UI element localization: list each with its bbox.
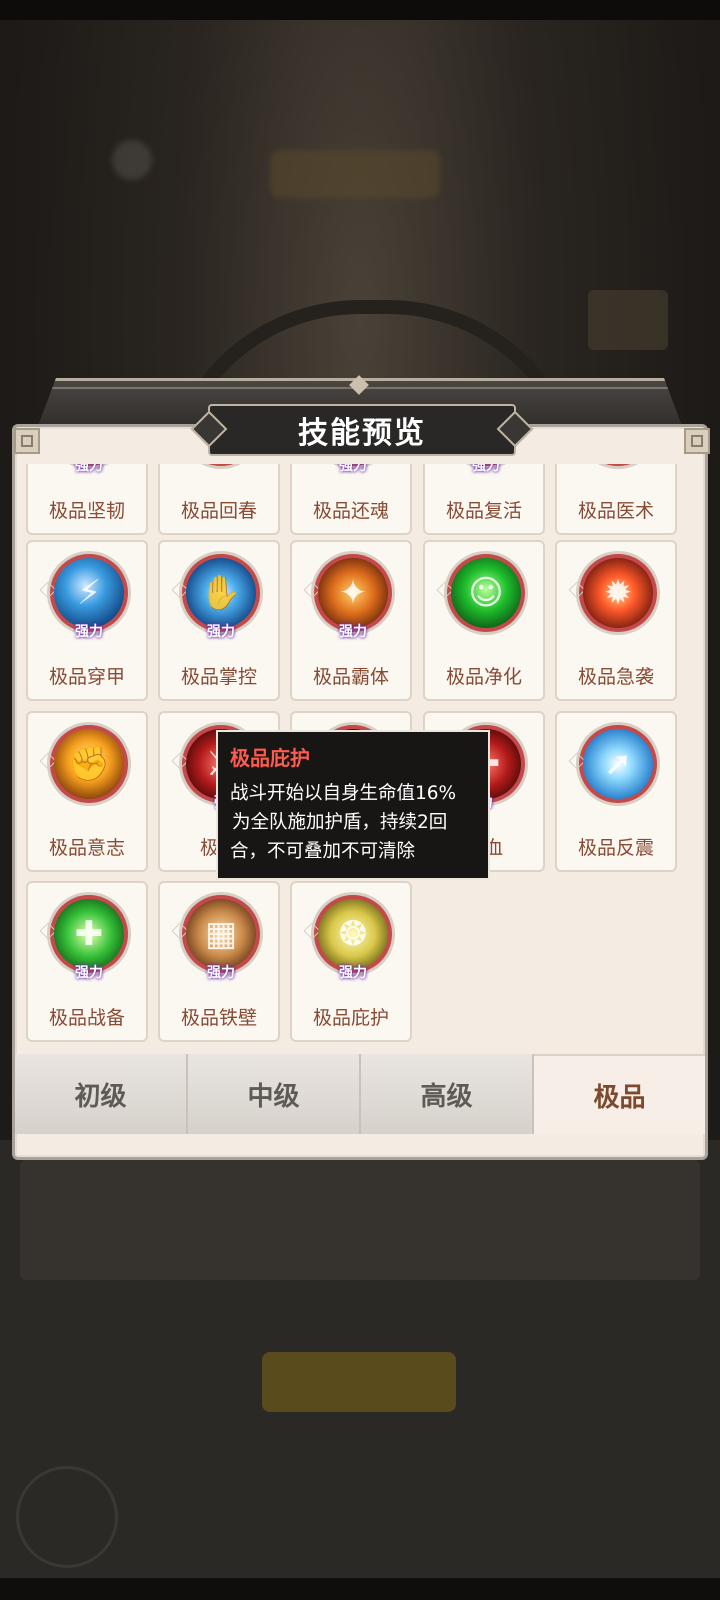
skill-name: 极品坚韧 (48, 500, 125, 522)
skill-glyph-icon: ❂ (338, 914, 368, 954)
shield-aura-icon: ❂ (318, 899, 388, 969)
skill-glyph-icon: ✹ (603, 573, 633, 613)
skill-icon-frame: ✚ 强力 (50, 895, 128, 981)
burning-figure-icon: ✹ (583, 558, 653, 628)
skill-glyph-icon: ✋ (199, 573, 243, 613)
skill-icon-frame: ❂ 强力 (314, 895, 392, 981)
skill-card[interactable]: ➚ 极品反震 (555, 711, 677, 872)
skill-name: 极品战备 (48, 1007, 125, 1029)
tooltip-line: 战斗开始以自身生命值16% (230, 783, 457, 804)
skill-name: 极品还魂 (312, 500, 389, 522)
tooltip-title: 极品庇护 (230, 746, 310, 770)
skill-card[interactable]: ✦强力极品复活 (423, 464, 545, 535)
skill-icon-frame: ⚡ 强力 (50, 554, 128, 640)
skill-name: 极品复活 (445, 500, 522, 522)
tooltip-line: 为全队施加护盾，持续2回 (232, 812, 448, 833)
background-title (270, 150, 440, 198)
power-badge: 强力 (207, 624, 235, 640)
tab-supreme[interactable]: 极品 (534, 1054, 705, 1134)
skill-name: 极品霸体 (312, 666, 389, 688)
skill-card[interactable]: ✚ 强力极品战备 (26, 881, 148, 1042)
skill-name: 极品掌控 (180, 666, 257, 688)
rebound-arrow-icon: ➚ (583, 729, 653, 799)
skill-glyph-icon: ✦ (338, 573, 368, 613)
power-badge: 强力 (472, 464, 500, 474)
skill-name: 极品医术 (577, 500, 654, 522)
skill-glyph-icon: ✊ (67, 744, 111, 784)
skill-card[interactable]: ✦强力极品还魂 (290, 464, 412, 535)
skill-glyph-icon: ⚡ (77, 573, 101, 613)
skill-name: 极品庇护 (312, 1007, 389, 1029)
dialog-title: 技能预览 (298, 416, 426, 451)
skill-card[interactable]: ▦ 强力极品铁壁 (158, 881, 280, 1042)
grasping-hand-icon: ✋ (186, 558, 256, 628)
skill-glyph-icon: ▦ (204, 914, 238, 954)
skill-glyph-icon: ☺ (468, 573, 504, 613)
skill-card[interactable]: ✦ 极品医术 (555, 464, 677, 535)
skill-icon-frame: ✋ 强力 (182, 554, 260, 640)
power-badge: 强力 (339, 965, 367, 981)
skill-icon-frame: ✹ (579, 554, 657, 632)
skill-icon-frame: ✦强力 (50, 464, 128, 474)
iron-wall-icon: ▦ (186, 899, 256, 969)
skill-card[interactable]: ⚡ 强力极品穿甲 (26, 540, 148, 701)
skill-card[interactable]: ✦ 强力极品霸体 (290, 540, 412, 701)
status-bar (0, 0, 720, 20)
skill-name: 极品回春 (180, 500, 257, 522)
skill-card[interactable]: ❂ 强力极品庇护 (290, 881, 412, 1042)
dialog-title-plate: 技能预览 (208, 404, 516, 456)
skill-name: 极品意志 (48, 837, 125, 859)
skill-glyph-icon: ✚ (74, 914, 104, 954)
skill-card[interactable]: ✋ 强力极品掌控 (158, 540, 280, 701)
power-badge: 强力 (75, 965, 103, 981)
skill-icon-frame: ✦ 强力 (314, 554, 392, 640)
power-badge: 强力 (339, 464, 367, 474)
skill-card[interactable]: ☺ 极品净化 (423, 540, 545, 701)
fist-icon: ✊ (54, 729, 124, 799)
tooltip-line: 合，不可叠加不可清除 (230, 841, 416, 862)
nav-bar (0, 1578, 720, 1600)
power-badge: 强力 (75, 624, 103, 640)
skill-card[interactable]: ✦强力极品坚韧 (26, 464, 148, 535)
power-badge: 强力 (339, 624, 367, 640)
skill-icon-frame: ▦ 强力 (182, 895, 260, 981)
background-card (20, 1160, 700, 1280)
skill-card[interactable]: ✦ 极品回春 (158, 464, 280, 535)
skill-name: 极品铁壁 (180, 1007, 257, 1029)
tab-basic[interactable]: 初级 (15, 1054, 188, 1134)
corner-ornament-left (14, 428, 40, 454)
skill-name: 极品穿甲 (48, 666, 125, 688)
background-menu-icon (16, 1466, 118, 1568)
skill-name: 极品反震 (577, 837, 654, 859)
corner-ornament-right (684, 428, 710, 454)
tier-tabs: 初级 中级 高级 极品 (15, 1054, 705, 1134)
skill-card[interactable]: ✊ 极品意志 (26, 711, 148, 872)
warrior-lightning-icon: ⚡ (54, 558, 124, 628)
skill-icon-frame: ✦强力 (314, 464, 392, 474)
skill-glyph-icon: ➚ (603, 744, 633, 784)
power-badge: 强力 (75, 464, 103, 474)
skill-name: 极品净化 (445, 666, 522, 688)
skill-icon-frame: ✦ (579, 464, 657, 466)
background-button (262, 1352, 456, 1412)
skill-icon-frame: ✦强力 (447, 464, 525, 474)
skill-icon-frame: ☺ (447, 554, 525, 632)
healing-cross-icon: ✚ (54, 899, 124, 969)
tab-advanced[interactable]: 高级 (361, 1054, 534, 1134)
power-badge: 强力 (207, 965, 235, 981)
skill-icon-frame: ✊ (50, 725, 128, 803)
tab-intermediate[interactable]: 中级 (188, 1054, 361, 1134)
skill-icon-frame: ➚ (579, 725, 657, 803)
background-avatar (112, 140, 152, 180)
skill-tooltip: 极品庇护 战斗开始以自身生命值16% 为全队施加护盾，持续2回 合，不可叠加不可… (216, 730, 490, 880)
skill-name: 极品急袭 (577, 666, 654, 688)
background-chest-icon (588, 290, 668, 350)
flaming-body-icon: ✦ (318, 558, 388, 628)
skill-card[interactable]: ✹ 极品急袭 (555, 540, 677, 701)
cleansed-figure-icon: ☺ (451, 558, 521, 628)
skill-icon-frame: ✦ (182, 464, 260, 466)
tooltip-description: 战斗开始以自身生命值16% 为全队施加护盾，持续2回 合，不可叠加不可清除 (230, 779, 476, 866)
